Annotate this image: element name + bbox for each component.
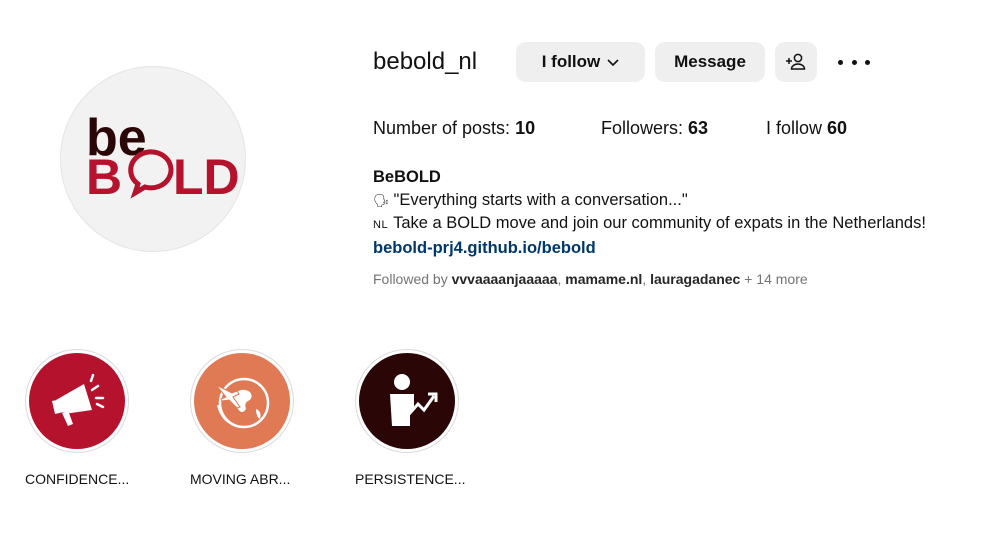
- followed-by-user[interactable]: vvvaaaanjaaaaa: [452, 271, 558, 287]
- following-label: I follow: [766, 118, 823, 138]
- logo-text-b: B: [86, 149, 122, 205]
- highlight-cover: [194, 353, 290, 449]
- posts-label: Number of posts:: [373, 118, 511, 138]
- followed-by[interactable]: Followed by vvvaaaanjaaaaa, mamame.nl, l…: [373, 271, 808, 287]
- speaking-head-icon: 🗣: [373, 192, 390, 208]
- followed-by-prefix: Followed by: [373, 271, 448, 287]
- person-growth-icon: [390, 374, 438, 426]
- followed-by-user[interactable]: lauragadanec: [650, 271, 740, 287]
- bio-line-2: NL Take a BOLD move and join our communit…: [373, 212, 926, 237]
- followers-value: 63: [688, 118, 709, 138]
- message-button-label: Message: [674, 52, 746, 71]
- highlight-label: CONFIDENCE...: [25, 471, 130, 487]
- chevron-down-icon: [607, 52, 619, 72]
- profile-bio: BeBOLD 🗣 "Everything starts with a conver…: [373, 166, 926, 259]
- suggest-people-button[interactable]: [775, 42, 817, 82]
- posts-count: Number of posts: 10: [373, 118, 535, 139]
- message-button[interactable]: Message: [655, 42, 765, 82]
- highlight-ring[interactable]: [190, 349, 294, 453]
- following-button[interactable]: I follow: [516, 42, 645, 82]
- bebold-logo: be B LD: [86, 109, 240, 205]
- followed-by-user[interactable]: mamame.nl: [565, 271, 642, 287]
- bio-line-1: 🗣 "Everything starts with a conversation.…: [373, 189, 926, 213]
- bio-line-2-text: Take a BOLD move and join our community …: [393, 214, 926, 232]
- highlight-moving-abroad[interactable]: MOVING ABR...: [190, 349, 294, 487]
- highlight-confidence[interactable]: CONFIDENCE...: [25, 349, 129, 487]
- highlight-persistence[interactable]: PERSISTENCE...: [355, 349, 465, 487]
- more-options-icon[interactable]: [838, 52, 870, 72]
- followers-label: Followers:: [601, 118, 684, 138]
- logo-text-ld: LD: [173, 149, 240, 205]
- highlight-label: PERSISTENCE...: [355, 471, 466, 487]
- globe-plane-icon: [215, 377, 270, 429]
- followed-by-more: + 14 more: [744, 271, 808, 287]
- speech-bubble-o-icon: [128, 149, 174, 199]
- posts-value: 10: [515, 118, 536, 138]
- nl-flag-icon: NL: [373, 219, 389, 231]
- following-count[interactable]: I follow 60: [766, 118, 847, 139]
- bio-website-link[interactable]: bebold-prj4.github.io/bebold: [373, 237, 926, 260]
- megaphone-icon: [52, 373, 105, 426]
- following-value: 60: [827, 118, 848, 138]
- followers-count[interactable]: Followers: 63: [601, 118, 708, 139]
- highlight-ring[interactable]: [355, 349, 459, 453]
- profile-username: bebold_nl: [373, 48, 478, 75]
- highlight-cover: [359, 353, 455, 449]
- person-add-icon: [786, 53, 806, 70]
- profile-avatar[interactable]: be B LD: [60, 66, 246, 252]
- following-button-label: I follow: [541, 52, 601, 71]
- highlight-label: MOVING ABR...: [190, 471, 291, 487]
- bio-name: BeBOLD: [373, 168, 441, 186]
- highlight-ring[interactable]: [25, 349, 129, 453]
- bio-line-1-text: "Everything starts with a conversation..…: [393, 190, 688, 209]
- highlight-cover: [29, 353, 125, 449]
